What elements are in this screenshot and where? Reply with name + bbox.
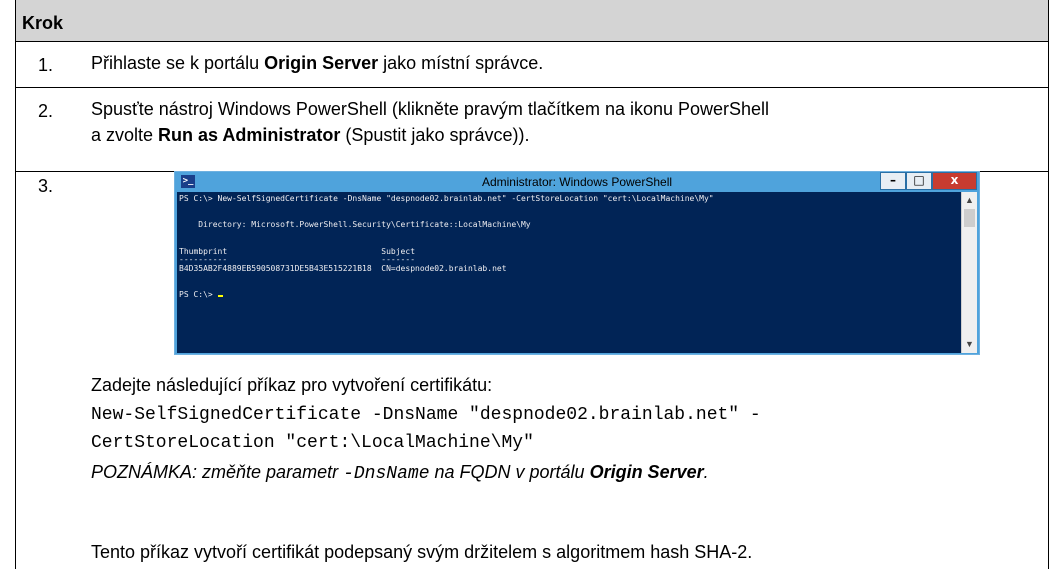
header-title: Krok bbox=[22, 13, 64, 33]
close-button[interactable]: x bbox=[932, 172, 977, 190]
scroll-thumb[interactable] bbox=[964, 209, 975, 227]
step-number: 2. bbox=[38, 101, 54, 121]
step-outro: Tento příkaz vytvoří certifikát podepsan… bbox=[91, 542, 753, 562]
step-row-1: 1. Přihlaste se k portálu Origin Server … bbox=[16, 42, 1048, 88]
maximize-button[interactable]: □ bbox=[906, 172, 932, 190]
console-prompt: PS C:\> bbox=[179, 290, 223, 299]
steps-table: Krok 1. Přihlaste se k portálu Origin Se… bbox=[15, 0, 1049, 569]
console-line: B4D35AB2F4889EB590508731DE5B43E515221B18… bbox=[179, 264, 507, 273]
vertical-scrollbar[interactable]: ▲ ▼ bbox=[961, 192, 977, 353]
dnsname-param: -DnsName bbox=[343, 464, 430, 484]
step-row-2: 2. Spusťte nástroj Windows PowerShell (k… bbox=[16, 88, 1048, 172]
console-line: PS C:\> New-SelfSignedCertificate -DnsNa… bbox=[179, 194, 714, 203]
console-line: ---------- ------- bbox=[179, 255, 416, 264]
step-note: POZNÁMKA: změňte parametr -DnsName na FQ… bbox=[91, 462, 709, 484]
step-number: 1. bbox=[38, 55, 54, 75]
origin-server-label: Origin Server bbox=[264, 53, 379, 73]
powershell-window: >_ Administrator: Windows PowerShell – □… bbox=[174, 171, 980, 355]
step-text: Přihlaste se k portálu Origin Server jak… bbox=[91, 53, 544, 73]
step-text: Spusťte nástroj Windows PowerShell (klik… bbox=[91, 99, 770, 145]
run-as-admin-label: Run as Administrator bbox=[158, 125, 341, 145]
step-intro: Zadejte následující příkaz pro vytvoření… bbox=[91, 375, 493, 395]
minimize-button[interactable]: – bbox=[880, 172, 906, 190]
window-title: Administrator: Windows PowerShell bbox=[481, 175, 673, 189]
table-header: Krok bbox=[16, 0, 1048, 42]
cursor bbox=[217, 295, 223, 297]
command-line-2: CertStoreLocation "cert:\LocalMachine\My… bbox=[91, 433, 534, 453]
scroll-down-icon[interactable]: ▼ bbox=[962, 337, 977, 352]
command-line-1: New-SelfSignedCertificate -DnsName "desp… bbox=[91, 405, 761, 425]
console-line: Directory: Microsoft.PowerShell.Security… bbox=[179, 220, 531, 229]
window-titlebar[interactable]: >_ Administrator: Windows PowerShell – □… bbox=[175, 172, 979, 192]
scroll-up-icon[interactable]: ▲ bbox=[962, 193, 977, 208]
step-number: 3. bbox=[38, 176, 54, 196]
console-output[interactable]: PS C:\> New-SelfSignedCertificate -DnsNa… bbox=[177, 192, 961, 353]
